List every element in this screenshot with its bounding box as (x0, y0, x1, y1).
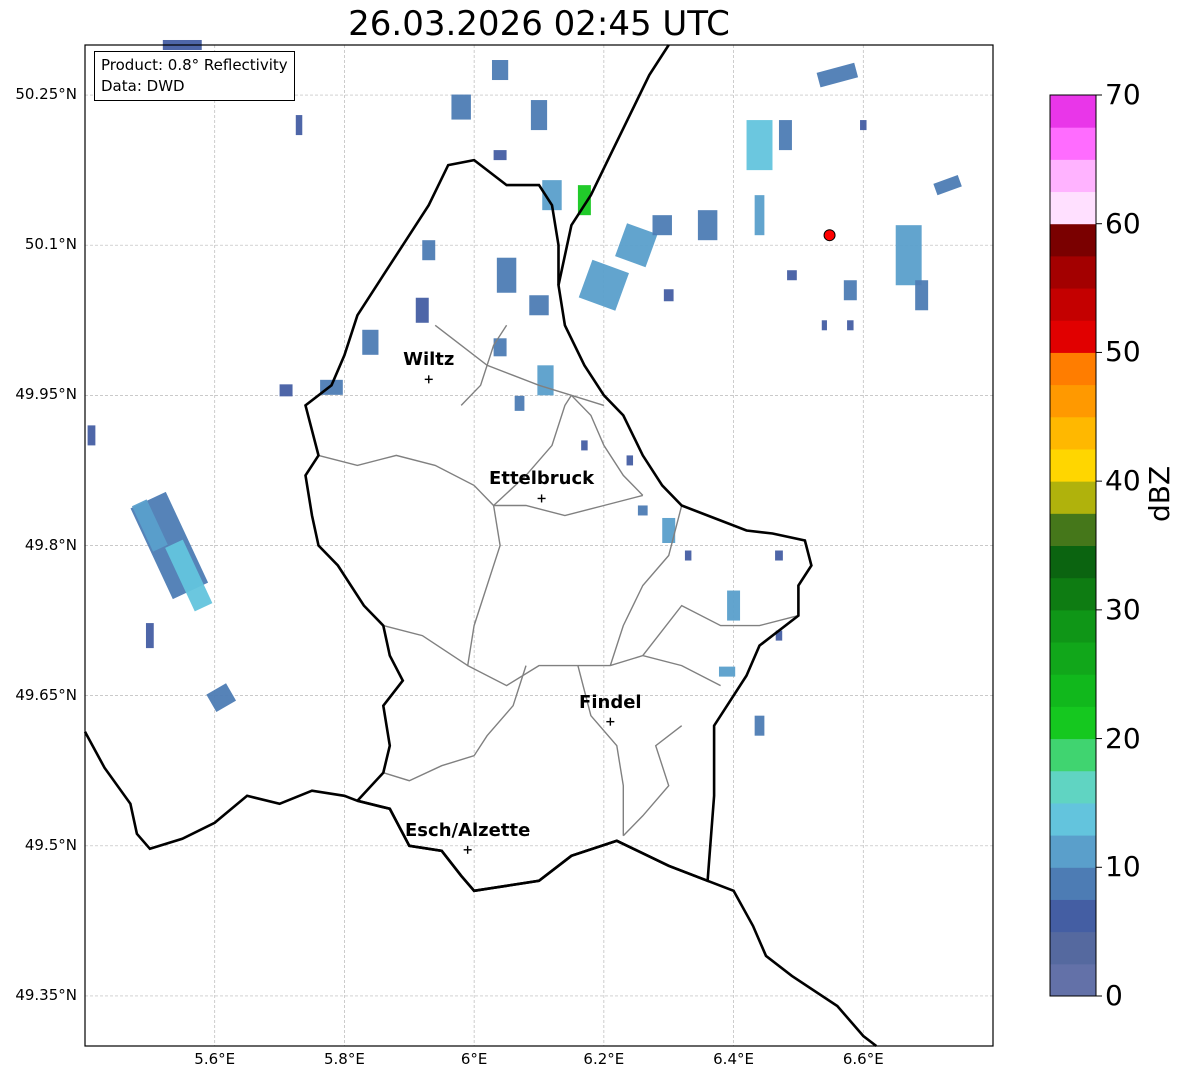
info-box: Product: 0.8° Reflectivity Data: DWD (94, 51, 295, 101)
echo-cell (493, 150, 507, 161)
colorbar-segment (1050, 609, 1096, 643)
echo-cell (422, 240, 436, 261)
echo-cell (514, 395, 525, 411)
data-source-label: Data: DWD (101, 77, 185, 95)
echo-cell (847, 320, 854, 331)
echo-cell (697, 210, 718, 241)
echo-cell (843, 280, 857, 301)
colorbar-segment (1050, 899, 1096, 933)
lon-tick-label: 6°E (460, 1050, 488, 1068)
lon-tick-label: 5.6°E (194, 1050, 236, 1068)
colorbar-tick-label: 20 (1105, 721, 1141, 755)
lon-tick-label: 6.4°E (713, 1050, 754, 1068)
colorbar-segment (1050, 127, 1096, 160)
colorbar (1049, 94, 1102, 997)
colorbar-tick-label: 50 (1105, 335, 1141, 369)
colorbar-segment (1050, 288, 1096, 321)
colorbar-tick-label: 30 (1105, 592, 1141, 626)
colorbar-segment (1050, 416, 1096, 450)
colorbar-segment (1050, 802, 1096, 836)
lat-tick-label: 49.95°N (15, 385, 77, 404)
echo-cell (860, 120, 867, 131)
echo-cell (145, 623, 154, 649)
lon-tick-label: 6.6°E (842, 1050, 884, 1068)
lat-tick-label: 50.1°N (24, 235, 77, 254)
echo-cell (915, 280, 929, 311)
town-label: Wiltz (403, 349, 455, 371)
echo-cell (637, 505, 648, 516)
lat-tick-label: 49.35°N (15, 985, 77, 1004)
town-label: Ettelbruck (489, 468, 595, 490)
colorbar-segment (1050, 481, 1096, 514)
colorbar-title: dBZ (1143, 465, 1176, 522)
echo-cell (529, 295, 549, 316)
echo-cell (775, 550, 783, 561)
colorbar-tick-label: 40 (1105, 464, 1141, 498)
town-label: Esch/Alzette (405, 819, 531, 841)
echo-cell (684, 550, 692, 561)
colorbar-segment (1050, 545, 1096, 579)
echo-cell (279, 384, 293, 397)
echo-cell (727, 590, 741, 621)
echo-cell (415, 297, 429, 323)
colorbar-segment (1050, 867, 1096, 900)
echo-cell (663, 289, 674, 302)
lat-tick-label: 49.65°N (15, 685, 77, 704)
echo-cell (451, 94, 471, 120)
echo-cell (362, 329, 379, 355)
lat-tick-label: 49.5°N (24, 835, 77, 854)
echo-cell (787, 270, 797, 281)
colorbar-segment (1050, 835, 1096, 868)
echo-cell (87, 425, 96, 446)
colorbar-segment (1050, 642, 1096, 675)
echo-cell (652, 215, 672, 236)
colorbar-tick-label: 0 (1105, 979, 1123, 1012)
colorbar-segment (1050, 738, 1096, 772)
colorbar-segment (1050, 255, 1096, 289)
lon-tick-label: 5.8°E (324, 1050, 365, 1068)
echo-cell (754, 195, 765, 236)
colorbar-segment (1050, 963, 1096, 997)
echo-cell (493, 338, 507, 357)
colorbar-segment (1050, 706, 1096, 740)
echo-cell (821, 320, 827, 331)
echo-cell (537, 365, 554, 396)
lat-tick-label: 49.8°N (24, 535, 77, 554)
product-label: Product: 0.8° Reflectivity (101, 56, 288, 74)
colorbar-segment (1050, 320, 1096, 353)
colorbar-segment (1050, 770, 1096, 804)
echo-cell (746, 120, 773, 171)
echo-cell (718, 666, 736, 677)
echo-cell (581, 440, 588, 451)
colorbar-segment (1050, 352, 1096, 386)
colorbar-segment (1050, 513, 1096, 546)
colorbar-segment (1050, 159, 1096, 193)
colorbar-segment (1050, 674, 1096, 707)
lon-tick-label: 6.2°E (583, 1050, 625, 1068)
colorbar-segment (1050, 223, 1096, 257)
colorbar-tick-label: 10 (1105, 850, 1141, 884)
radar-map (83, 39, 1102, 1048)
colorbar-segment (1050, 384, 1096, 418)
echo-cell (496, 257, 517, 293)
echo-cell (626, 455, 634, 466)
colorbar-segment (1050, 191, 1096, 225)
echo-cell (754, 715, 765, 736)
colorbar-segment (1050, 95, 1096, 128)
echo-cell (778, 120, 792, 151)
colorbar-tick-label: 70 (1105, 78, 1141, 111)
colorbar-segment (1050, 931, 1096, 965)
echo-cell (491, 60, 509, 81)
echo-cell (295, 115, 303, 136)
radar-site-marker (823, 229, 836, 242)
lat-tick-label: 50.25°N (15, 85, 77, 104)
colorbar-segment (1050, 577, 1096, 611)
town-label: Findel (579, 691, 642, 713)
colorbar-segment (1050, 448, 1096, 482)
echo-cell (530, 100, 548, 131)
colorbar-tick-label: 60 (1105, 206, 1141, 240)
echo-cell (895, 225, 922, 286)
